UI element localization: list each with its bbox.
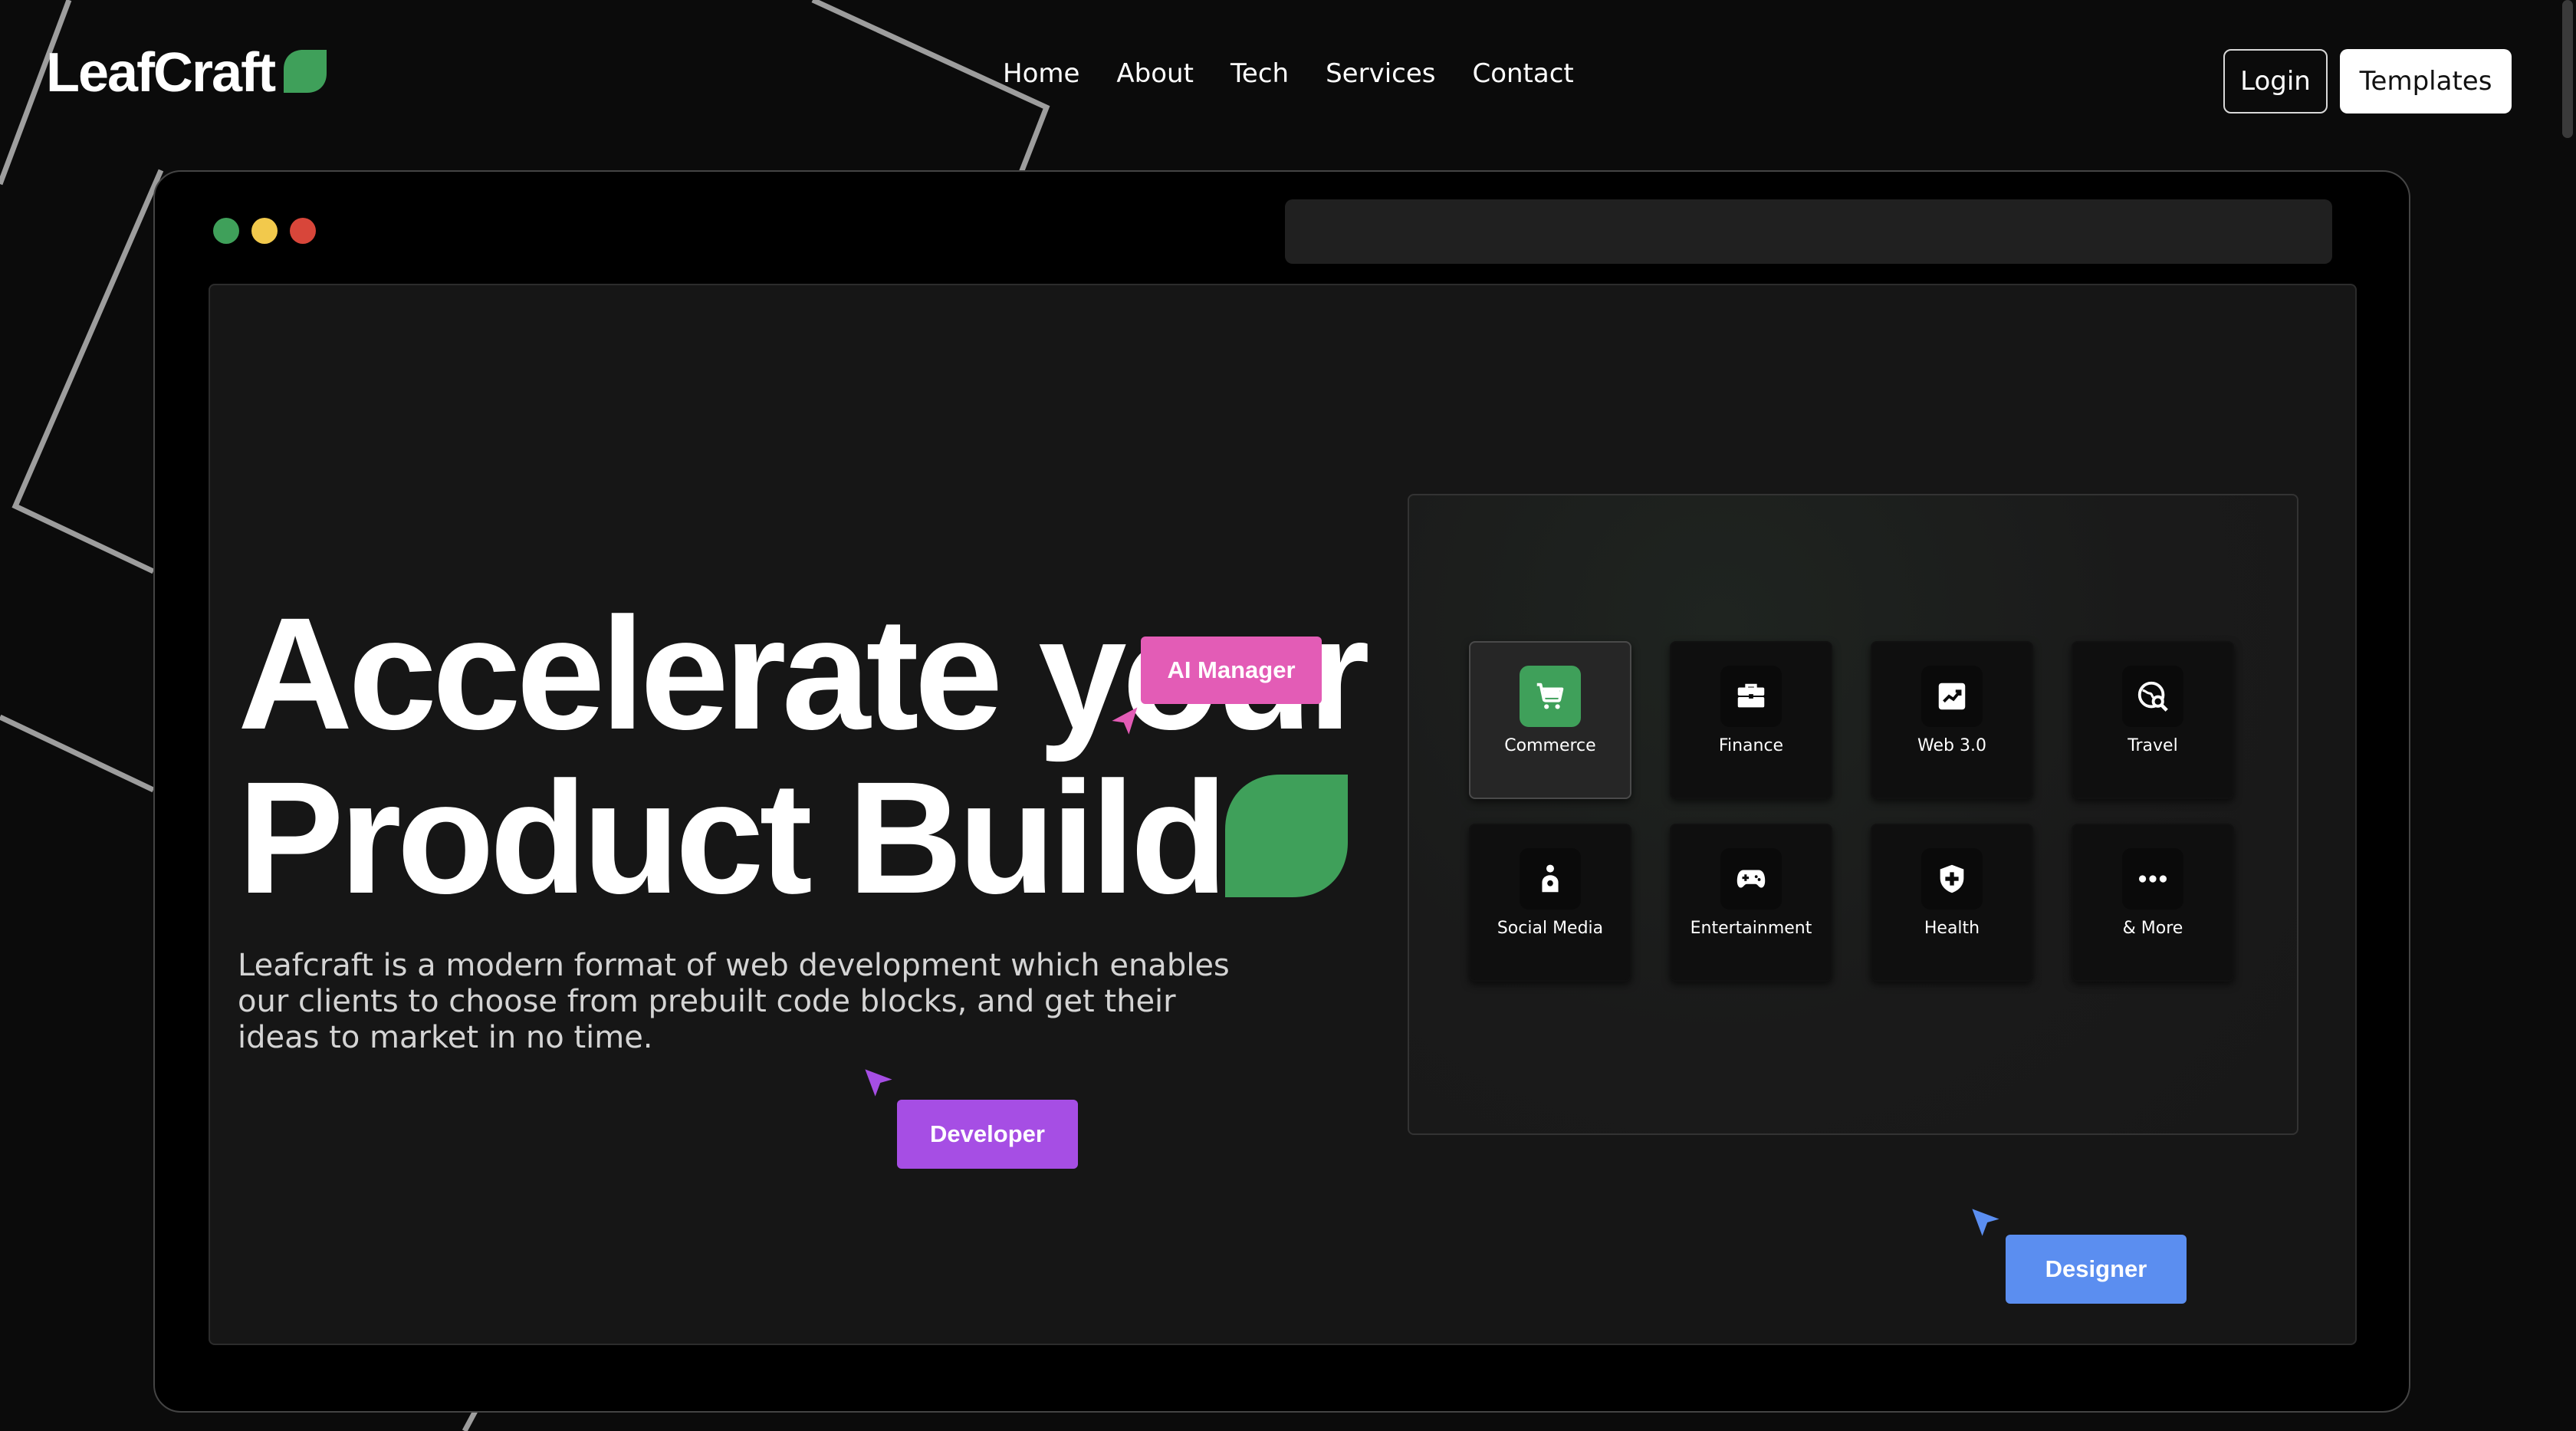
category-label: Health [1924, 919, 1980, 938]
nav-tech[interactable]: Tech [1230, 58, 1289, 89]
category-commerce[interactable]: Commerce [1469, 641, 1631, 799]
category-label: Entertainment [1690, 919, 1812, 938]
designer-tag: Designer [2006, 1235, 2187, 1304]
gamepad-icon [1720, 848, 1782, 910]
nav-home[interactable]: Home [1003, 58, 1079, 89]
category-panel: Commerce Finance Web 3.0 Travel Social M… [1408, 494, 2298, 1135]
ai-manager-tag: AI Manager [1141, 637, 1322, 704]
chart-trend-icon [1921, 666, 1983, 727]
category-label: Web 3.0 [1917, 736, 1986, 755]
hero-title-line2: Product Build [238, 749, 1227, 927]
cursor-pointer-icon [1972, 1209, 1999, 1236]
more-dots-icon [2122, 848, 2183, 910]
category-label: & More [2122, 919, 2183, 938]
category-finance[interactable]: Finance [1670, 641, 1832, 799]
nav-contact[interactable]: Contact [1472, 58, 1573, 89]
category-more[interactable]: & More [2072, 824, 2234, 982]
window-dot-red [290, 218, 316, 244]
shield-plus-icon [1921, 848, 1983, 910]
address-bar [1285, 199, 2332, 264]
leaf-icon [284, 50, 327, 93]
login-button[interactable]: Login [2223, 49, 2328, 113]
category-label: Commerce [1504, 736, 1596, 755]
category-travel[interactable]: Travel [2072, 641, 2234, 799]
window-dot-green [213, 218, 239, 244]
category-health[interactable]: Health [1871, 824, 2033, 982]
cursor-pointer-icon [1112, 707, 1138, 735]
nav-services[interactable]: Services [1326, 58, 1435, 89]
cursor-pointer-icon [865, 1069, 892, 1097]
category-label: Finance [1718, 736, 1784, 755]
category-web3[interactable]: Web 3.0 [1871, 641, 2033, 799]
window-dot-yellow [251, 218, 278, 244]
category-label: Social Media [1497, 919, 1604, 938]
category-entertainment[interactable]: Entertainment [1670, 824, 1832, 982]
briefcase-icon [1720, 666, 1782, 727]
person-icon [1520, 848, 1581, 910]
shopping-cart-icon [1520, 666, 1581, 727]
leaf-icon [1225, 775, 1348, 897]
globe-search-icon [2122, 666, 2183, 727]
brand-logo[interactable]: LeafCraft [46, 38, 327, 107]
hero-description: Leafcraft is a modern format of web deve… [238, 948, 1230, 1055]
category-label: Travel [2128, 736, 2178, 755]
browser-viewport: Accelerate your Product Build Leafcraft … [209, 284, 2357, 1345]
category-social-media[interactable]: Social Media [1469, 824, 1631, 982]
templates-button[interactable]: Templates [2340, 49, 2512, 113]
brand-name: LeafCraft [46, 42, 276, 104]
page-scrollbar[interactable] [2562, 0, 2573, 138]
category-grid: Commerce Finance Web 3.0 Travel Social M… [1469, 641, 2234, 982]
nav-about[interactable]: About [1116, 58, 1194, 89]
developer-tag: Developer [897, 1100, 1078, 1169]
browser-window-mockup: Accelerate your Product Build Leafcraft … [153, 170, 2410, 1413]
main-nav: Home About Tech Services Contact [1003, 58, 1574, 89]
